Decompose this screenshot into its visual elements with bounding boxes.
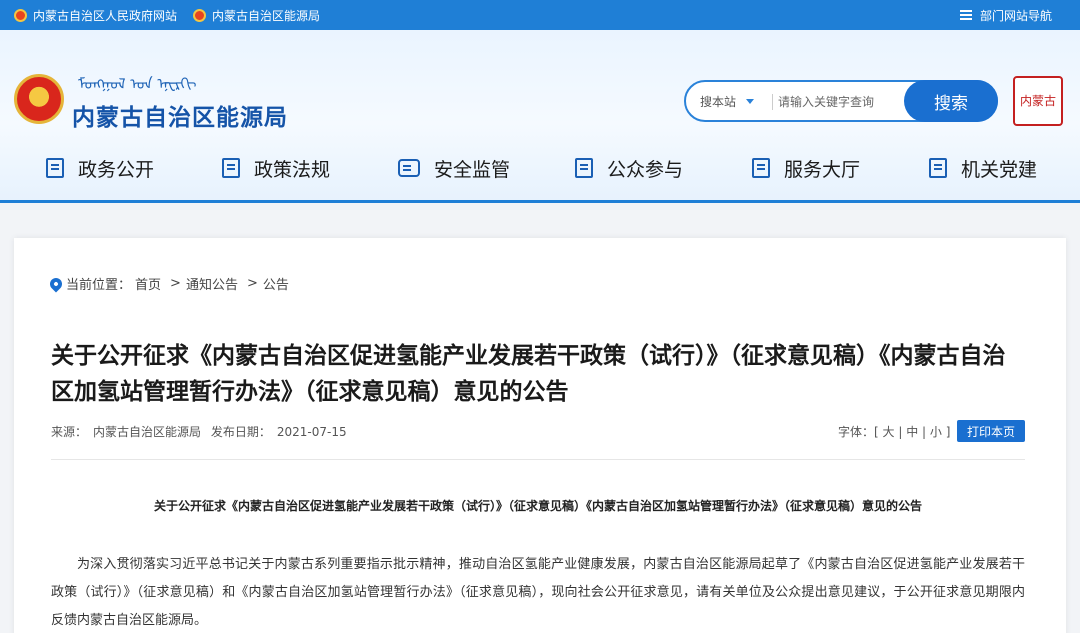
- font-large[interactable]: 大: [883, 425, 895, 439]
- nav-item-label: 服务大厅: [784, 158, 861, 181]
- article-subtitle: 关于公开征求《内蒙古自治区促进氢能产业发展若干政策（试行）》（征求意见稿）《内蒙…: [153, 499, 922, 513]
- service-icon: [752, 158, 770, 178]
- emblem-icon: [14, 8, 27, 22]
- gov-site-link[interactable]: 内蒙古自治区人民政府网站: [14, 7, 177, 24]
- font-size-control: 字体：[ 大 | 中 | 小 ]: [838, 425, 951, 439]
- breadcrumb-separator: >: [170, 276, 181, 291]
- font-small[interactable]: 小: [930, 425, 942, 439]
- policy-icon: [222, 158, 240, 178]
- energy-bureau-link[interactable]: 内蒙古自治区能源局: [193, 7, 320, 24]
- emblem-icon: [193, 8, 207, 22]
- menu-icon: [959, 10, 972, 20]
- nav-item-policy[interactable]: 政策法规: [222, 148, 330, 188]
- article-meta: 来源： 内蒙古自治区能源局 发布日期： 2021-07-15: [51, 423, 353, 440]
- article-card: 当前位置： 首页 > 通知公告 > 公告 关于公开征求《内蒙古自治区促进氢能产业…: [14, 238, 1066, 633]
- search-divider: [772, 94, 773, 110]
- breadcrumb-notices[interactable]: 通知公告: [186, 274, 238, 293]
- article-title: 关于公开征求《内蒙古自治区促进氢能产业发展若干政策（试行）》（征求意见稿）《内蒙…: [51, 343, 1006, 405]
- meta-divider: [51, 459, 1025, 460]
- source-value: 内蒙古自治区能源局: [93, 425, 202, 439]
- national-emblem-icon: [14, 74, 64, 124]
- breadcrumb-announcement[interactable]: 公告: [263, 274, 289, 293]
- search-button[interactable]: 搜索: [904, 80, 998, 122]
- top-bar: 内蒙古自治区人民政府网站 内蒙古自治区能源局 部门网站导航: [0, 0, 1080, 30]
- breadcrumb: 当前位置： 首页 > 通知公告 > 公告: [47, 274, 293, 293]
- nav-item-label: 公众参与: [607, 158, 684, 181]
- breadcrumb-prefix: 当前位置：: [66, 278, 132, 293]
- site-nav-label: 部门网站导航: [979, 8, 1052, 23]
- font-medium[interactable]: 中: [906, 425, 918, 439]
- site-name[interactable]: 内蒙古自治区能源局: [72, 98, 288, 132]
- site-nav-link[interactable]: 部门网站导航: [959, 0, 1052, 30]
- top-links: 内蒙古自治区人民政府网站 内蒙古自治区能源局: [14, 0, 336, 30]
- site-header: ᠮᠣᠩᠭᠣᠯ ᠤᠨ ᠡᠨᠧᠷᠭᠢ 内蒙古自治区能源局 搜本站 搜索 内蒙古 政务…: [0, 30, 1080, 200]
- mongolian-site-name: ᠮᠣᠩᠭᠣᠯ ᠤᠨ ᠡᠨᠧᠷᠭᠢ: [78, 75, 197, 93]
- gov-site-link-label: 内蒙古自治区人民政府网站: [33, 8, 178, 23]
- participation-icon: [575, 158, 593, 178]
- nav-item-gov-affairs[interactable]: 政务公开: [46, 148, 154, 188]
- nav-item-service[interactable]: 服务大厅: [752, 148, 860, 188]
- main-nav: 政务公开 政策法规 安全监管 公众参与 服务大厅 机关党建: [0, 148, 1080, 188]
- source-label: 来源：: [51, 425, 88, 439]
- nav-item-safety[interactable]: 安全监管: [398, 148, 510, 188]
- search-box: 搜本站 搜索: [684, 80, 998, 122]
- chevron-down-icon: [746, 99, 755, 104]
- chat-icon: [398, 159, 420, 177]
- nav-item-label: 政务公开: [78, 158, 155, 181]
- header-divider: [0, 200, 1080, 203]
- location-pin-icon: [47, 275, 65, 292]
- font-label: 字体：: [838, 425, 875, 439]
- seal-logo[interactable]: 内蒙古: [1013, 76, 1063, 126]
- breadcrumb-home[interactable]: 首页: [135, 274, 161, 293]
- search-input[interactable]: [778, 90, 898, 114]
- nav-item-label: 安全监管: [434, 158, 511, 181]
- document-icon: [46, 158, 64, 178]
- search-scope-select[interactable]: 搜本站: [700, 93, 755, 110]
- nav-item-participation[interactable]: 公众参与: [575, 148, 683, 188]
- nav-item-label: 机关党建: [961, 158, 1038, 181]
- print-button[interactable]: 打印本页: [957, 420, 1025, 442]
- date-value: 2021-07-15: [276, 425, 347, 439]
- search-scope-label: 搜本站: [700, 95, 737, 109]
- energy-bureau-link-label: 内蒙古自治区能源局: [212, 8, 321, 23]
- article-body: 为深入贯彻落实习近平总书记关于内蒙古系列重要指示批示精神，推动自治区氢能产业健康…: [51, 557, 1025, 628]
- date-label: 发布日期：: [210, 425, 271, 439]
- party-icon: [929, 158, 947, 178]
- nav-item-label: 政策法规: [254, 158, 331, 181]
- nav-item-party[interactable]: 机关党建: [929, 148, 1037, 188]
- breadcrumb-separator: >: [246, 276, 258, 291]
